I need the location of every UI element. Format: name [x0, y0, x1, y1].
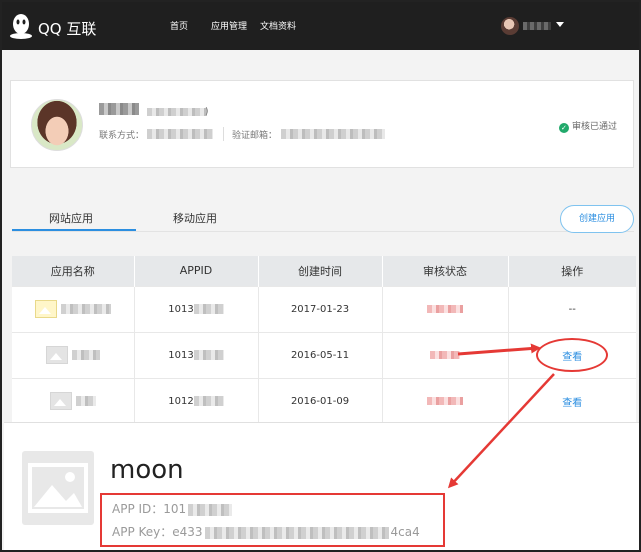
status-cell	[382, 285, 509, 332]
developer-name-redacted	[99, 103, 139, 115]
screenshot-frame: QQ 互联 首页 应用管理 文档资料 ) 联系方式： 验证邮箱： ✓ 审核已通过 …	[0, 0, 641, 552]
verification-status: ✓ 审核已通过	[558, 119, 617, 133]
app-key-suffix: 4ca4	[390, 525, 420, 539]
app-key-redacted	[204, 526, 389, 539]
contact-label: 联系方式：	[99, 131, 145, 141]
contact-value-redacted	[147, 129, 213, 139]
app-name-cell[interactable]	[12, 377, 135, 424]
nav-link-app-management[interactable]: 应用管理	[211, 19, 247, 32]
user-avatar[interactable]	[501, 17, 519, 35]
table-row: 1013 2017-01-23 --	[12, 285, 636, 332]
app-id-line: APP ID：101	[112, 500, 233, 517]
appid-redacted	[193, 395, 224, 406]
create-app-button[interactable]: 创建应用	[560, 205, 634, 233]
appid-cell: 1012	[134, 377, 259, 424]
appid-cell: 1013	[134, 331, 259, 378]
column-header-status: 审核状态	[382, 256, 509, 286]
status-redacted	[430, 350, 460, 359]
appid-value: 1013	[168, 349, 194, 361]
nav-link-home[interactable]: 首页	[170, 19, 188, 32]
appid-value: 1013	[168, 303, 194, 315]
status-cell	[382, 331, 509, 378]
image-placeholder-icon	[49, 392, 72, 411]
app-name-redacted	[60, 304, 111, 314]
appid-cell: 1013	[134, 285, 259, 332]
tab-divider	[12, 231, 634, 232]
table-row: 1012 2016-01-09 查看	[12, 377, 636, 424]
appid-value: 1012	[168, 395, 194, 407]
app-name: moon	[110, 455, 184, 485]
tab-web-apps[interactable]: 网站应用	[49, 210, 93, 226]
appid-redacted	[193, 303, 224, 314]
email-label: 验证邮箱：	[232, 131, 278, 141]
developer-id-suffix: )	[205, 107, 209, 117]
top-navigation: QQ 互联 首页 应用管理 文档资料	[2, 2, 639, 50]
created-cell: 2016-01-09	[258, 377, 383, 424]
tab-mobile-apps[interactable]: 移动应用	[173, 210, 217, 226]
email-value-redacted	[281, 129, 385, 139]
table-header-row: 应用名称 APPID 创建时间 审核状态 操作	[12, 256, 636, 286]
app-thumbnail	[34, 300, 57, 318]
user-name-redacted[interactable]	[523, 22, 551, 30]
column-header-created: 创建时间	[258, 256, 383, 286]
app-key-line: APP Key：e433 4ca4	[112, 523, 420, 540]
app-id-text: APP ID：101	[112, 502, 187, 516]
action-cell: 查看	[508, 377, 636, 424]
image-placeholder-icon	[45, 346, 68, 364]
view-button-highlight	[536, 338, 608, 372]
appid-redacted	[193, 349, 224, 360]
app-name-cell[interactable]	[12, 331, 135, 378]
app-detail-zoom-panel: moon APP ID：101 APP Key：e433 4ca4	[4, 422, 639, 550]
developer-avatar	[31, 99, 83, 151]
app-table: 应用名称 APPID 创建时间 审核状态 操作 1013 2017-01-23 …	[12, 256, 636, 424]
app-key-prefix: APP Key：e433	[112, 525, 203, 539]
chevron-down-icon[interactable]	[556, 22, 564, 27]
active-tab-indicator	[12, 229, 136, 231]
app-credentials-highlight: APP ID：101 APP Key：e433 4ca4	[100, 493, 445, 547]
developer-id-redacted	[147, 108, 207, 116]
status-redacted	[427, 304, 463, 313]
app-name-redacted	[71, 350, 100, 360]
column-header-appid: APPID	[134, 256, 259, 286]
column-header-actions: 操作	[508, 256, 636, 286]
view-link[interactable]: 查看	[562, 398, 582, 409]
created-cell: 2016-05-11	[258, 331, 383, 378]
status-redacted	[427, 396, 463, 405]
column-header-app-name: 应用名称	[12, 256, 135, 286]
app-name-redacted	[75, 396, 96, 407]
divider	[223, 127, 224, 141]
image-placeholder-icon	[22, 451, 94, 525]
brand-logo[interactable]: QQ 互联	[8, 12, 98, 40]
image-placeholder-graphic	[28, 463, 88, 513]
status-cell	[382, 377, 509, 424]
qq-penguin-icon	[10, 14, 32, 39]
check-circle-icon: ✓	[558, 123, 569, 133]
app-id-redacted	[188, 503, 233, 516]
created-cell: 2017-01-23	[258, 285, 383, 332]
developer-profile-card: ) 联系方式： 验证邮箱： ✓ 审核已通过	[10, 80, 634, 168]
app-name-cell[interactable]	[12, 285, 135, 332]
verification-status-text: 审核已通过	[571, 122, 617, 132]
nav-link-docs[interactable]: 文档资料	[260, 19, 296, 32]
action-cell: --	[508, 285, 636, 332]
brand-name: QQ 互联	[38, 20, 97, 38]
